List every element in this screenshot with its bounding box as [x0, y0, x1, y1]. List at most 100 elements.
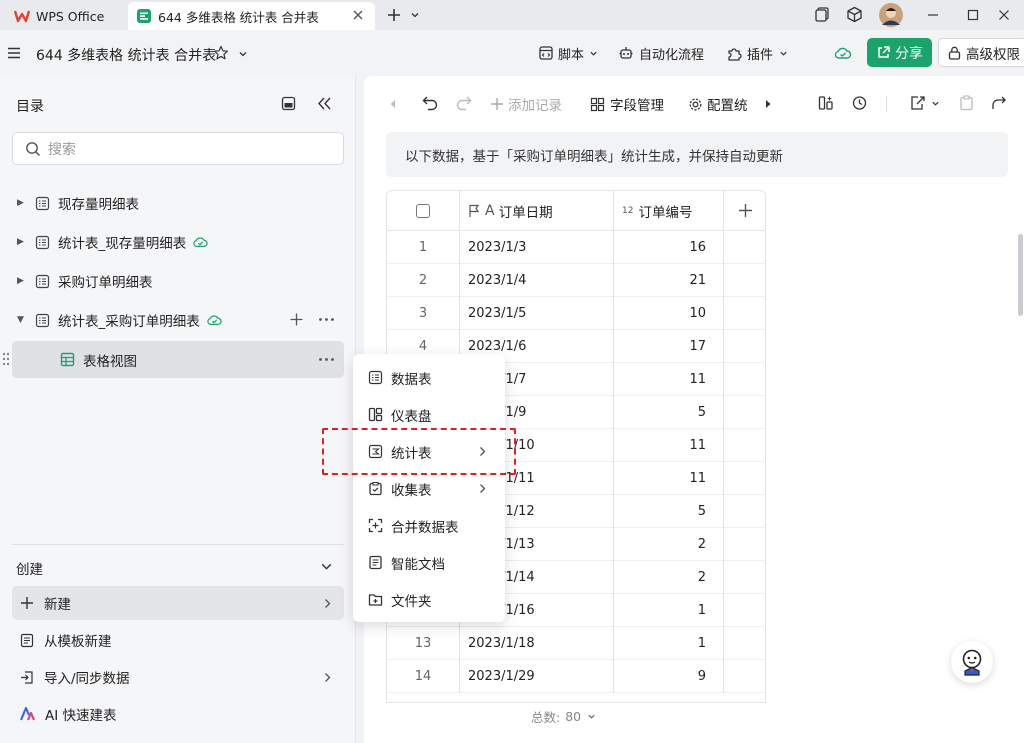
undo-icon[interactable] — [422, 95, 439, 111]
plugins-label: 插件 — [747, 47, 774, 63]
collapse-arrow-icon[interactable]: ▼ — [17, 315, 27, 325]
search-box[interactable]: 搜索 — [12, 132, 344, 165]
redo-icon[interactable] — [455, 95, 472, 111]
history-icon[interactable] — [851, 95, 868, 111]
sidebar-item-stats-inventory[interactable]: ▶ 统计表_现存量明细表 — [0, 223, 356, 261]
sidebar-item-purchase-orders[interactable]: ▶ 采购订单明细表 — [0, 262, 356, 300]
scroll-left-arrow-icon[interactable] — [389, 99, 397, 109]
star-icon[interactable] — [213, 45, 229, 61]
add-icon[interactable] — [289, 312, 304, 327]
cell-number[interactable]: 17 — [614, 330, 724, 363]
sidebar-panel-icon[interactable] — [281, 96, 296, 111]
tab-document[interactable]: 644 多维表格 统计表 合并表 — [128, 2, 375, 30]
wps-logo-icon — [14, 8, 30, 24]
title-chevron-down-icon[interactable] — [238, 49, 248, 59]
menu-item-datasheet[interactable]: 数据表 — [353, 359, 505, 396]
scroll-right-arrow-icon[interactable] — [764, 99, 772, 109]
create-from-template-button[interactable]: 从模板新建 — [12, 623, 344, 657]
cell-date[interactable]: 2023/1/5 — [460, 297, 614, 330]
new-tab-icon[interactable] — [386, 7, 402, 23]
cloud-synced-icon — [192, 235, 209, 249]
cell-number[interactable]: 10 — [614, 297, 724, 330]
cell-date[interactable]: 2023/1/4 — [460, 264, 614, 297]
script-button[interactable]: 脚本 — [538, 30, 598, 76]
ai-create-table-button[interactable]: AI 快速建表 — [12, 697, 344, 731]
table-row[interactable]: 2 2023/1/4 21 — [387, 264, 765, 297]
automation-button[interactable]: 自动化流程 — [618, 30, 704, 76]
table-row[interactable]: 3 2023/1/5 10 — [387, 297, 765, 330]
grid-view-icon — [60, 352, 75, 367]
cell-number[interactable]: 2 — [614, 528, 724, 561]
cell-number[interactable]: 5 — [614, 396, 724, 429]
import-sync-button[interactable]: 导入/同步数据 — [12, 660, 344, 694]
create-collapse-chevron-icon[interactable] — [320, 560, 333, 573]
document-title[interactable]: 644 多维表格 统计表 合并表 — [36, 45, 216, 65]
clipboard-icon[interactable] — [959, 95, 974, 111]
collapse-sidebar-icon[interactable] — [316, 96, 332, 111]
cloud-sync-icon[interactable] — [834, 45, 852, 61]
export-chevron-down-icon[interactable] — [931, 99, 940, 108]
search-input[interactable]: 搜索 — [48, 139, 76, 159]
create-new-button[interactable]: 新建 — [12, 586, 344, 620]
cell-date[interactable]: 2023/1/18 — [460, 627, 614, 660]
avatar[interactable] — [879, 3, 903, 27]
sidebar-item-grid-view[interactable]: 表格视图 — [12, 341, 344, 378]
close-window-button[interactable] — [984, 0, 1024, 30]
cube-icon[interactable] — [846, 6, 863, 23]
table-row[interactable]: 14 2023/1/29 9 — [387, 660, 765, 693]
permissions-button[interactable]: 高级权限 — [938, 38, 1024, 67]
expand-arrow-icon[interactable]: ▶ — [17, 198, 27, 208]
menu-item-merge-tables[interactable]: 合并数据表 — [353, 507, 505, 544]
config-stats-button[interactable]: 配置统 — [688, 94, 752, 114]
chevron-down-icon — [587, 712, 596, 721]
more-icon[interactable] — [318, 312, 335, 327]
column-header-order-number[interactable]: 12 订单编号 — [614, 191, 724, 231]
add-column-button[interactable] — [724, 191, 765, 231]
more-icon[interactable] — [318, 352, 335, 367]
sheet-icon — [35, 196, 50, 211]
window-tile-icon[interactable] — [814, 6, 831, 23]
cell-number[interactable]: 5 — [614, 495, 724, 528]
add-record-button[interactable]: 添加记录 — [490, 94, 562, 114]
menu-item-smart-doc[interactable]: 智能文档 — [353, 544, 505, 581]
cell-number[interactable]: 1 — [614, 627, 724, 660]
vertical-scrollbar[interactable] — [1018, 234, 1023, 316]
table-row[interactable]: 1 2023/1/3 16 — [387, 231, 765, 264]
cell-number[interactable]: 2 — [614, 561, 724, 594]
cell-number[interactable]: 11 — [614, 462, 724, 495]
export-icon[interactable] — [909, 95, 926, 111]
sidebar-item-stats-purchase-orders[interactable]: ▼ 统计表_采购订单明细表 — [0, 301, 356, 339]
cell-number[interactable]: 16 — [614, 231, 724, 264]
share-button[interactable]: 分享 — [867, 38, 932, 67]
row-index: 14 — [387, 660, 460, 693]
cell-date[interactable]: 2023/1/3 — [460, 231, 614, 264]
cell-number[interactable]: 1 — [614, 594, 724, 627]
total-count[interactable]: 总数: 80 — [531, 707, 596, 726]
layout-sparkle-icon[interactable] — [818, 95, 835, 111]
field-manage-button[interactable]: 字段管理 — [590, 94, 664, 114]
tab-wps-office[interactable]: WPS Office — [6, 2, 124, 30]
sidebar-item-label: 统计表_现存量明细表 — [58, 236, 187, 252]
create-heading: 创建 — [16, 562, 43, 578]
expand-arrow-icon[interactable]: ▶ — [17, 237, 27, 247]
plugins-button[interactable]: 插件 — [726, 30, 788, 76]
table-row[interactable]: 13 2023/1/18 1 — [387, 627, 765, 660]
menu-item-form[interactable]: 收集表 — [353, 470, 505, 507]
expand-arrow-icon[interactable]: ▶ — [17, 276, 27, 286]
sidebar-item-inventory[interactable]: ▶ 现存量明细表 — [0, 184, 356, 222]
cell-number[interactable]: 11 — [614, 363, 724, 396]
cell-number[interactable]: 11 — [614, 429, 724, 462]
assistant-button[interactable] — [951, 641, 993, 683]
select-all-checkbox[interactable] — [416, 203, 430, 218]
cell-number[interactable]: 9 — [614, 660, 724, 693]
menu-icon[interactable] — [7, 46, 21, 60]
cell-number[interactable]: 21 — [614, 264, 724, 297]
close-tab-icon[interactable] — [351, 8, 365, 22]
document-icon — [368, 555, 383, 570]
cell-date[interactable]: 2023/1/29 — [460, 660, 614, 693]
share-out-icon[interactable] — [991, 95, 1008, 111]
drag-handle-icon[interactable] — [2, 352, 10, 366]
column-header-order-date[interactable]: A 订单日期 — [460, 191, 614, 231]
menu-item-folder[interactable]: 文件夹 — [353, 581, 505, 618]
tab-list-chevron-icon[interactable] — [410, 10, 420, 20]
